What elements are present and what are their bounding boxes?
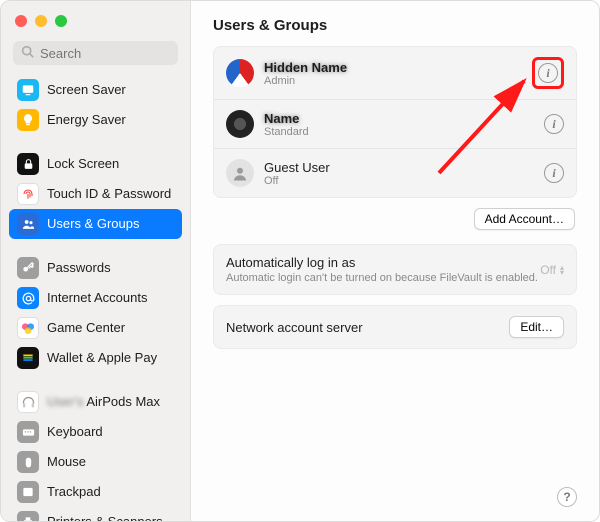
key-icon — [17, 257, 39, 279]
sidebar-item-label: Mouse — [47, 454, 174, 471]
sidebar-item-label: Energy Saver — [47, 112, 174, 129]
sidebar-item-label: Keyboard — [47, 424, 174, 441]
search-icon — [21, 45, 34, 61]
sidebar-item-label: Passwords — [47, 260, 174, 277]
setting-label: Automatically log in as — [226, 255, 538, 270]
sidebar-item-touch-id-password[interactable]: Touch ID & Password — [9, 179, 182, 209]
search-field[interactable] — [13, 41, 178, 65]
window-controls — [1, 11, 190, 35]
users-icon — [17, 213, 39, 235]
user-role: Off — [264, 175, 534, 187]
bulb-icon — [17, 109, 39, 131]
network-server-card: Network account server Edit… — [213, 305, 577, 349]
page-title: Users & Groups — [213, 17, 577, 34]
avatar — [226, 59, 254, 87]
sidebar-item-wallet-apple-pay[interactable]: Wallet & Apple Pay — [9, 343, 182, 373]
search-input[interactable] — [40, 46, 170, 61]
wallet-icon — [17, 347, 39, 369]
info-button[interactable]: i — [544, 114, 564, 134]
user-name: Guest User — [264, 160, 534, 175]
network-server-row: Network account server Edit… — [214, 306, 576, 348]
add-account-button[interactable]: Add Account… — [474, 208, 575, 230]
sidebar-item-label: Touch ID & Password — [47, 186, 174, 203]
trackpad-icon — [17, 481, 39, 503]
headphones-icon — [17, 391, 39, 413]
sidebar-item-label: Screen Saver — [47, 82, 174, 99]
sidebar-item-game-center[interactable]: Game Center — [9, 313, 182, 343]
setting-label: Network account server — [226, 320, 363, 335]
user-text: Name Standard — [264, 111, 534, 138]
sidebar-item-passwords[interactable]: Passwords — [9, 253, 182, 283]
keyboard-icon — [17, 421, 39, 443]
sidebar-item-printers-scanners[interactable]: Printers & Scanners — [9, 507, 182, 521]
user-text: Guest User Off — [264, 160, 534, 187]
user-role: Standard — [264, 126, 534, 138]
user-name: Hidden Name — [264, 60, 522, 75]
close-window-button[interactable] — [15, 15, 27, 27]
auto-login-row[interactable]: Automatically log in as Automatic login … — [214, 245, 576, 294]
user-row[interactable]: Name Standard i — [214, 100, 576, 149]
screensaver-icon — [17, 79, 39, 101]
content-pane: Users & Groups Hidden Name Admin i Name … — [191, 1, 599, 521]
sidebar-item-screen-saver[interactable]: Screen Saver — [9, 75, 182, 105]
sidebar-item-internet-accounts[interactable]: Internet Accounts — [9, 283, 182, 313]
info-button[interactable]: i — [544, 163, 564, 183]
users-list: Hidden Name Admin i Name Standard i — [213, 46, 577, 198]
sidebar-item-energy-saver[interactable]: Energy Saver — [9, 105, 182, 135]
sidebar-item-users-groups[interactable]: Users & Groups — [9, 209, 182, 239]
mouse-icon — [17, 451, 39, 473]
setting-sub: Automatic login can't be turned on becau… — [226, 272, 538, 284]
zoom-window-button[interactable] — [55, 15, 67, 27]
avatar — [226, 159, 254, 187]
sidebar-item-lock-screen[interactable]: Lock Screen — [9, 149, 182, 179]
edit-button[interactable]: Edit… — [509, 316, 564, 338]
printer-icon — [17, 511, 39, 521]
user-text: Hidden Name Admin — [264, 60, 522, 87]
sidebar-nav: Screen Saver Energy Saver Lock Screen — [1, 75, 190, 521]
sidebar-item-label: User's AirPods Max — [47, 394, 174, 411]
system-settings-window: Screen Saver Energy Saver Lock Screen — [0, 0, 600, 522]
auto-login-value: Off ▴▾ — [540, 263, 564, 277]
info-button[interactable]: i — [538, 63, 558, 83]
sidebar-item-label: Users & Groups — [47, 216, 174, 233]
user-row[interactable]: Hidden Name Admin i — [214, 47, 576, 100]
sidebar-item-label: Internet Accounts — [47, 290, 174, 307]
gamecenter-icon — [17, 317, 39, 339]
sidebar-item-label: Game Center — [47, 320, 174, 337]
sidebar-item-label: Printers & Scanners — [47, 514, 174, 521]
auto-login-card: Automatically log in as Automatic login … — [213, 244, 577, 295]
help-button[interactable]: ? — [557, 487, 577, 507]
user-role: Admin — [264, 75, 522, 87]
user-name: Name — [264, 111, 534, 126]
at-icon — [17, 287, 39, 309]
sidebar-item-airpods-max[interactable]: User's AirPods Max — [9, 387, 182, 417]
sidebar-item-trackpad[interactable]: Trackpad — [9, 477, 182, 507]
highlight-annotation: i — [532, 57, 564, 89]
sidebar-item-mouse[interactable]: Mouse — [9, 447, 182, 477]
sidebar: Screen Saver Energy Saver Lock Screen — [1, 1, 191, 521]
fingerprint-icon — [17, 183, 39, 205]
sidebar-item-label: Lock Screen — [47, 156, 174, 173]
minimize-window-button[interactable] — [35, 15, 47, 27]
add-account-row: Add Account… — [215, 208, 575, 230]
lock-icon — [17, 153, 39, 175]
updown-icon: ▴▾ — [560, 265, 564, 275]
avatar — [226, 110, 254, 138]
user-row[interactable]: Guest User Off i — [214, 149, 576, 197]
sidebar-item-label: Wallet & Apple Pay — [47, 350, 174, 367]
sidebar-item-keyboard[interactable]: Keyboard — [9, 417, 182, 447]
sidebar-item-label: Trackpad — [47, 484, 174, 501]
